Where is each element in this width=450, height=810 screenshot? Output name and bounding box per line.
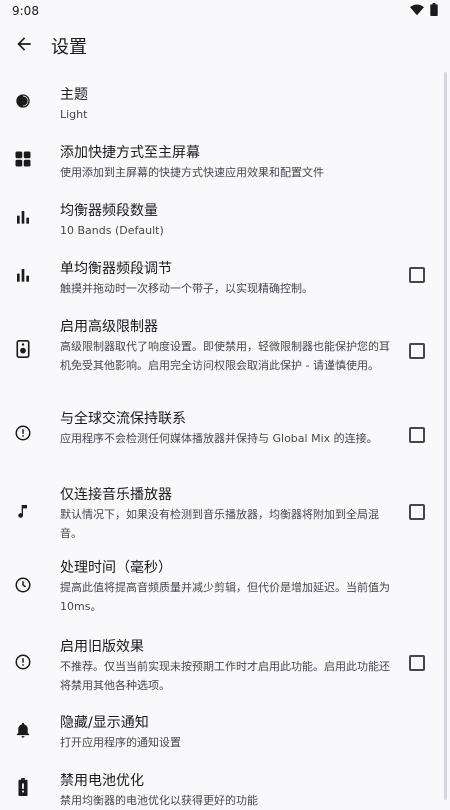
global-mix-checkbox[interactable] [409,427,425,443]
settings-item-band-count[interactable]: 均衡器频段数量 10 Bands (Default) [0,196,450,254]
settings-item-notifications[interactable]: 隐藏/显示通知 打开应用程序的通知设置 [0,704,450,764]
settings-item-subtitle: 使用添加到主屏幕的快捷方式快速应用效果和配置文件 [60,166,324,179]
settings-item-title: 添加快捷方式至主屏幕 [60,145,200,161]
settings-item-battery-optimization[interactable]: 禁用电池优化 禁用均衡器的电池优化以获得更好的功能 [0,764,450,807]
speaker-icon [12,338,34,360]
settings-item-subtitle: 禁用均衡器的电池优化以获得更好的功能 [60,794,258,807]
settings-item-subtitle: 打开应用程序的通知设置 [60,736,181,749]
single-band-checkbox[interactable] [409,267,425,283]
top-app-bar: 设置 [0,22,450,70]
settings-item-title: 仅连接音乐播放器 [60,487,172,503]
settings-item-subtitle: 提高此值将提高音频质量并减少剪辑，但代价是增加延迟。当前值为 10ms。 [60,581,390,613]
battery-icon [430,3,438,19]
bell-icon [12,719,34,741]
music-note-icon [12,500,34,522]
settings-item-legacy-effects[interactable]: 启用旧版效果 不推荐。仅当当前实现未按预期工作时才启用此功能。启用此功能还将禁用… [0,624,450,704]
clock-icon [12,574,34,596]
bar-chart-icon [12,206,34,228]
settings-item-title: 禁用电池优化 [60,773,144,789]
settings-item-single-band[interactable]: 单均衡器频段调节 触摸并拖动时一次移动一个带子，以实现精确控制。 [0,254,450,306]
settings-item-title: 启用旧版效果 [60,639,144,655]
settings-item-subtitle: 触摸并拖动时一次移动一个带子，以实现精确控制。 [60,282,313,295]
info-circle-icon [12,651,34,673]
arrow-back-icon [14,34,34,58]
page-title: 设置 [51,37,87,58]
settings-item-theme[interactable]: 主题 Light [0,80,450,138]
scrollbar[interactable] [444,72,447,800]
legacy-effects-checkbox[interactable] [409,655,425,671]
battery-icon [12,776,34,798]
theme-contrast-icon [12,90,34,112]
settings-item-title: 均衡器频段数量 [60,203,158,219]
settings-item-add-shortcut[interactable]: 添加快捷方式至主屏幕 使用添加到主屏幕的快捷方式快速应用效果和配置文件 [0,138,450,196]
settings-item-subtitle: 应用程序不会检测任何媒体播放器并保持与 Global Mix 的连接。 [60,432,378,445]
settings-item-global-mix[interactable]: 与全球交流保持联系 应用程序不会检测任何媒体播放器并保持与 Global Mix… [0,396,450,474]
settings-item-subtitle: 默认情况下，如果没有检测到音乐播放器，均衡器将附加到全局混音。 [60,508,379,540]
wifi-icon [410,3,424,19]
status-time: 9:08 [12,4,39,18]
status-icons [410,3,438,19]
settings-item-advanced-limiter[interactable]: 启用高级限制器 高级限制器取代了响度设置。即使禁用，轻微限制器也能保护您的耳机免… [0,306,450,396]
settings-item-title: 单均衡器频段调节 [60,261,172,277]
settings-item-music-players-only[interactable]: 仅连接音乐播放器 默认情况下，如果没有检测到音乐播放器，均衡器将附加到全局混音。 [0,474,450,544]
status-bar: 9:08 [0,0,450,22]
settings-item-subtitle: 不推荐。仅当当前实现未按预期工作时才启用此功能。启用此功能还将禁用其他各种选项。 [60,660,390,692]
settings-item-subtitle: Light [60,108,88,121]
info-circle-icon [12,422,34,444]
advanced-limiter-checkbox[interactable] [409,343,425,359]
settings-item-processing-time[interactable]: 处理时间（毫秒） 提高此值将提高音频质量并减少剪辑，但代价是增加延迟。当前值为 … [0,544,450,624]
settings-item-subtitle: 高级限制器取代了响度设置。即使禁用，轻微限制器也能保护您的耳机免受其他影响。启用… [60,340,390,372]
settings-item-title: 隐藏/显示通知 [60,715,149,731]
settings-item-title: 处理时间（毫秒） [60,560,172,576]
settings-item-subtitle: 10 Bands (Default) [60,224,164,237]
back-button[interactable] [4,26,44,66]
settings-item-title: 启用高级限制器 [60,319,158,335]
bar-chart-icon [12,264,34,286]
settings-item-title: 主题 [60,87,88,103]
music-players-only-checkbox[interactable] [409,504,425,520]
settings-item-title: 与全球交流保持联系 [60,411,186,427]
grid-icon [12,148,34,170]
